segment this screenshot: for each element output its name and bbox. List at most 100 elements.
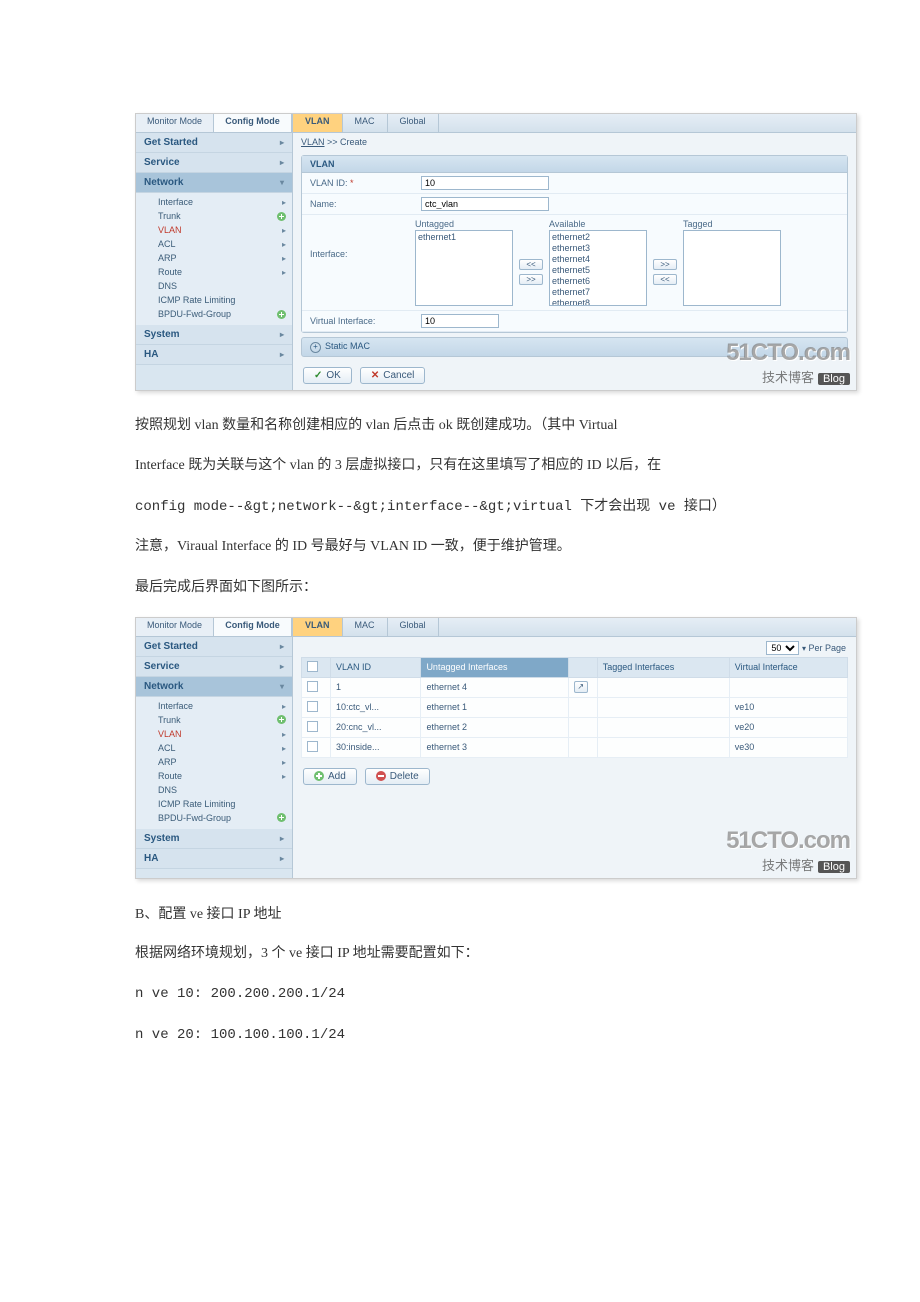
plus-icon bbox=[314, 771, 324, 781]
nav-item-interface[interactable]: Interface bbox=[158, 699, 292, 713]
col-tagged-interfaces[interactable]: Tagged Interfaces bbox=[597, 657, 729, 677]
paragraph: 注意，Viraual Interface 的 ID 号最好与 VLAN ID 一… bbox=[135, 536, 785, 558]
expand-icon: + bbox=[310, 342, 321, 353]
tab-config-mode[interactable]: Config Mode bbox=[214, 618, 292, 636]
tab-global[interactable]: Global bbox=[388, 114, 439, 132]
nav-item-acl[interactable]: ACL bbox=[158, 237, 292, 251]
nav-item-dns[interactable]: DNS bbox=[158, 279, 292, 293]
move-left-button[interactable]: << bbox=[653, 274, 677, 285]
nav-ha[interactable]: HA bbox=[136, 345, 292, 365]
minus-icon bbox=[376, 771, 386, 781]
nav-item-vlan[interactable]: VLAN bbox=[158, 727, 292, 741]
row-checkbox[interactable] bbox=[307, 721, 318, 732]
input-virtual-interface[interactable] bbox=[421, 314, 499, 328]
nav-item-trunk[interactable]: Trunk bbox=[158, 209, 292, 223]
sidebar: Monitor Mode Config Mode Get Started Ser… bbox=[136, 618, 293, 878]
nav-system[interactable]: System bbox=[136, 829, 292, 849]
nav-item-route[interactable]: Route bbox=[158, 769, 292, 783]
list-item[interactable]: ethernet4 bbox=[552, 254, 644, 265]
list-item[interactable]: ethernet6 bbox=[552, 276, 644, 287]
nav-item-dns[interactable]: DNS bbox=[158, 783, 292, 797]
nav-item-icmp-rate-limiting[interactable]: ICMP Rate Limiting bbox=[158, 797, 292, 811]
nav-item-route[interactable]: Route bbox=[158, 265, 292, 279]
nav-network[interactable]: Network bbox=[136, 677, 292, 697]
nav-service[interactable]: Service bbox=[136, 153, 292, 173]
label-interface: Interface: bbox=[310, 219, 415, 259]
col-virtual-interface[interactable]: Virtual Interface bbox=[729, 657, 847, 677]
nav-item-bpdu-fwd-group[interactable]: BPDU-Fwd-Group bbox=[158, 811, 292, 825]
chevron-right-icon bbox=[282, 253, 286, 263]
tab-mac[interactable]: MAC bbox=[343, 618, 388, 636]
list-item[interactable]: ethernet8 bbox=[552, 298, 644, 306]
tab-vlan[interactable]: VLAN bbox=[293, 618, 343, 636]
nav-item-bpdu-fwd-group[interactable]: BPDU-Fwd-Group bbox=[158, 307, 292, 321]
tab-monitor-mode[interactable]: Monitor Mode bbox=[136, 618, 214, 636]
chevron-right-icon bbox=[282, 267, 286, 277]
table-row[interactable]: 1 ethernet 4 ↗ bbox=[302, 677, 848, 697]
select-all-checkbox[interactable] bbox=[307, 661, 318, 672]
per-page-control: 50 ▾ Per Page bbox=[293, 637, 856, 657]
row-checkbox[interactable] bbox=[307, 741, 318, 752]
ok-button[interactable]: ✓OK bbox=[303, 367, 352, 384]
chevron-right-icon bbox=[280, 833, 284, 844]
label-virtual-interface: Virtual Interface: bbox=[310, 316, 415, 326]
nav-network[interactable]: Network bbox=[136, 173, 292, 193]
static-mac-panel[interactable]: +Static MAC bbox=[301, 337, 848, 357]
chevron-right-icon bbox=[280, 349, 284, 360]
paragraph: config mode--&gt;network--&gt;interface-… bbox=[135, 496, 785, 518]
list-untagged[interactable]: ethernet1 bbox=[415, 230, 513, 306]
nav-item-arp[interactable]: ARP bbox=[158, 251, 292, 265]
cancel-button[interactable]: ✕Cancel bbox=[360, 367, 426, 384]
table-row[interactable]: 20:cnc_vl... ethernet 2 ve20 bbox=[302, 717, 848, 737]
table-row[interactable]: 30:inside... ethernet 3 ve30 bbox=[302, 737, 848, 757]
list-item[interactable]: ethernet7 bbox=[552, 287, 644, 298]
input-vlan-id[interactable] bbox=[421, 176, 549, 190]
paragraph: n ve 20: 100.100.100.1/24 bbox=[135, 1024, 785, 1046]
list-available[interactable]: ethernet2 ethernet3 ethernet4 ethernet5 … bbox=[549, 230, 647, 306]
col-untagged-interfaces[interactable]: Untagged Interfaces bbox=[421, 657, 568, 677]
row-checkbox[interactable] bbox=[307, 681, 318, 692]
plus-icon bbox=[277, 715, 286, 724]
nav-item-icmp-rate-limiting[interactable]: ICMP Rate Limiting bbox=[158, 293, 292, 307]
move-right-button[interactable]: >> bbox=[653, 259, 677, 270]
open-icon[interactable]: ↗ bbox=[574, 681, 588, 693]
tab-monitor-mode[interactable]: Monitor Mode bbox=[136, 114, 214, 132]
nav-item-trunk[interactable]: Trunk bbox=[158, 713, 292, 727]
move-right-button[interactable]: >> bbox=[519, 274, 543, 285]
list-item[interactable]: ethernet3 bbox=[552, 243, 644, 254]
delete-button[interactable]: Delete bbox=[365, 768, 430, 785]
move-left-button[interactable]: << bbox=[519, 259, 543, 270]
tab-mac[interactable]: MAC bbox=[343, 114, 388, 132]
per-page-select[interactable]: 50 bbox=[766, 641, 799, 655]
nav-item-interface[interactable]: Interface bbox=[158, 195, 292, 209]
nav-item-acl[interactable]: ACL bbox=[158, 741, 292, 755]
input-name[interactable] bbox=[421, 197, 549, 211]
tab-config-mode[interactable]: Config Mode bbox=[214, 114, 292, 132]
mode-tabs: Monitor Mode Config Mode bbox=[136, 114, 292, 133]
nav-system[interactable]: System bbox=[136, 325, 292, 345]
col-vlan-id[interactable]: VLAN ID bbox=[331, 657, 421, 677]
row-checkbox[interactable] bbox=[307, 701, 318, 712]
breadcrumb-vlan-link[interactable]: VLAN bbox=[301, 137, 325, 147]
chevron-right-icon bbox=[280, 641, 284, 652]
list-tagged[interactable] bbox=[683, 230, 781, 306]
chevron-down-icon bbox=[280, 681, 284, 692]
tab-vlan[interactable]: VLAN bbox=[293, 114, 343, 132]
nav-get-started[interactable]: Get Started bbox=[136, 637, 292, 657]
list-item[interactable]: ethernet2 bbox=[552, 232, 644, 243]
nav-service[interactable]: Service bbox=[136, 657, 292, 677]
tab-global[interactable]: Global bbox=[388, 618, 439, 636]
add-button[interactable]: Add bbox=[303, 768, 357, 785]
chevron-right-icon bbox=[280, 137, 284, 148]
nav-ha[interactable]: HA bbox=[136, 849, 292, 869]
chevron-right-icon bbox=[282, 225, 286, 235]
chevron-right-icon bbox=[282, 743, 286, 753]
nav-get-started[interactable]: Get Started bbox=[136, 133, 292, 153]
nav-item-vlan[interactable]: VLAN bbox=[158, 223, 292, 237]
nav-item-arp[interactable]: ARP bbox=[158, 755, 292, 769]
label-vlan-id: VLAN ID: * bbox=[310, 178, 415, 188]
list-item[interactable]: ethernet5 bbox=[552, 265, 644, 276]
table-row[interactable]: 10:ctc_vl... ethernet 1 ve10 bbox=[302, 697, 848, 717]
list-item[interactable]: ethernet1 bbox=[418, 232, 510, 243]
chevron-right-icon bbox=[280, 329, 284, 340]
